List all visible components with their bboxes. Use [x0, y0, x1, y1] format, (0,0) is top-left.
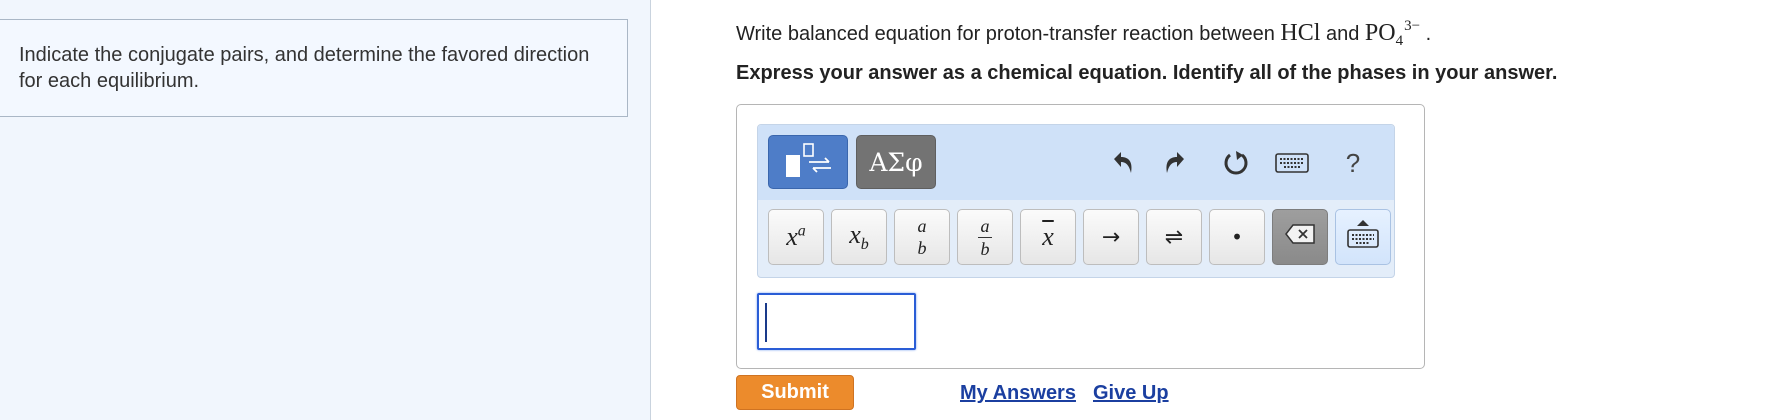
- species-phosphate: PO43−: [1364, 18, 1421, 49]
- question-panel: Write balanced equation for proton-trans…: [652, 0, 1780, 420]
- superscript-key[interactable]: xa: [768, 209, 824, 265]
- answer-input[interactable]: [757, 293, 916, 350]
- greek-button[interactable]: ΑΣφ: [856, 135, 936, 189]
- subscript-key[interactable]: xb: [831, 209, 887, 265]
- show-keyboard-key[interactable]: [1335, 209, 1391, 265]
- question-prefix: Write balanced equation for proton-trans…: [736, 23, 1281, 45]
- templates-icon: [783, 140, 833, 185]
- left-panel: Indicate the conjugate pairs, and determ…: [0, 0, 651, 420]
- templates-button[interactable]: [768, 135, 848, 189]
- instruction-text: Indicate the conjugate pairs, and determ…: [19, 44, 590, 92]
- dot-key[interactable]: •: [1209, 209, 1265, 265]
- keyboard-shortcuts-icon[interactable]: [1272, 143, 1312, 183]
- redo-icon[interactable]: [1156, 143, 1196, 183]
- equation-toolbar: ΑΣφ ? xa xb ab ab x → ⇌ •: [757, 124, 1395, 278]
- overline-key[interactable]: x: [1020, 209, 1076, 265]
- question-connector: and: [1320, 23, 1365, 45]
- reset-icon[interactable]: [1216, 143, 1256, 183]
- text-caret: [765, 303, 767, 342]
- undo-icon[interactable]: [1102, 143, 1142, 183]
- species-hcl: HCl: [1280, 20, 1321, 46]
- answer-box: ΑΣφ ? xa xb ab ab x → ⇌ •: [736, 104, 1425, 369]
- help-icon[interactable]: ?: [1333, 143, 1373, 183]
- submit-button[interactable]: Submit: [736, 375, 854, 410]
- express-instruction: Express your answer as a chemical equati…: [736, 62, 1558, 84]
- my-answers-link[interactable]: My Answers: [960, 382, 1076, 405]
- equilibrium-arrow-key[interactable]: ⇌: [1146, 209, 1202, 265]
- question-suffix: .: [1420, 23, 1432, 45]
- instruction-box: Indicate the conjugate pairs, and determ…: [0, 19, 628, 117]
- reaction-arrow-key[interactable]: →: [1083, 209, 1139, 265]
- question-text: Write balanced equation for proton-trans…: [736, 18, 1431, 50]
- keyboard-icon: [1346, 219, 1380, 256]
- fraction-key[interactable]: ab: [957, 209, 1013, 265]
- backspace-icon: [1284, 222, 1316, 252]
- backspace-key[interactable]: [1272, 209, 1328, 265]
- give-up-link[interactable]: Give Up: [1093, 382, 1169, 405]
- stacked-fraction-key[interactable]: ab: [894, 209, 950, 265]
